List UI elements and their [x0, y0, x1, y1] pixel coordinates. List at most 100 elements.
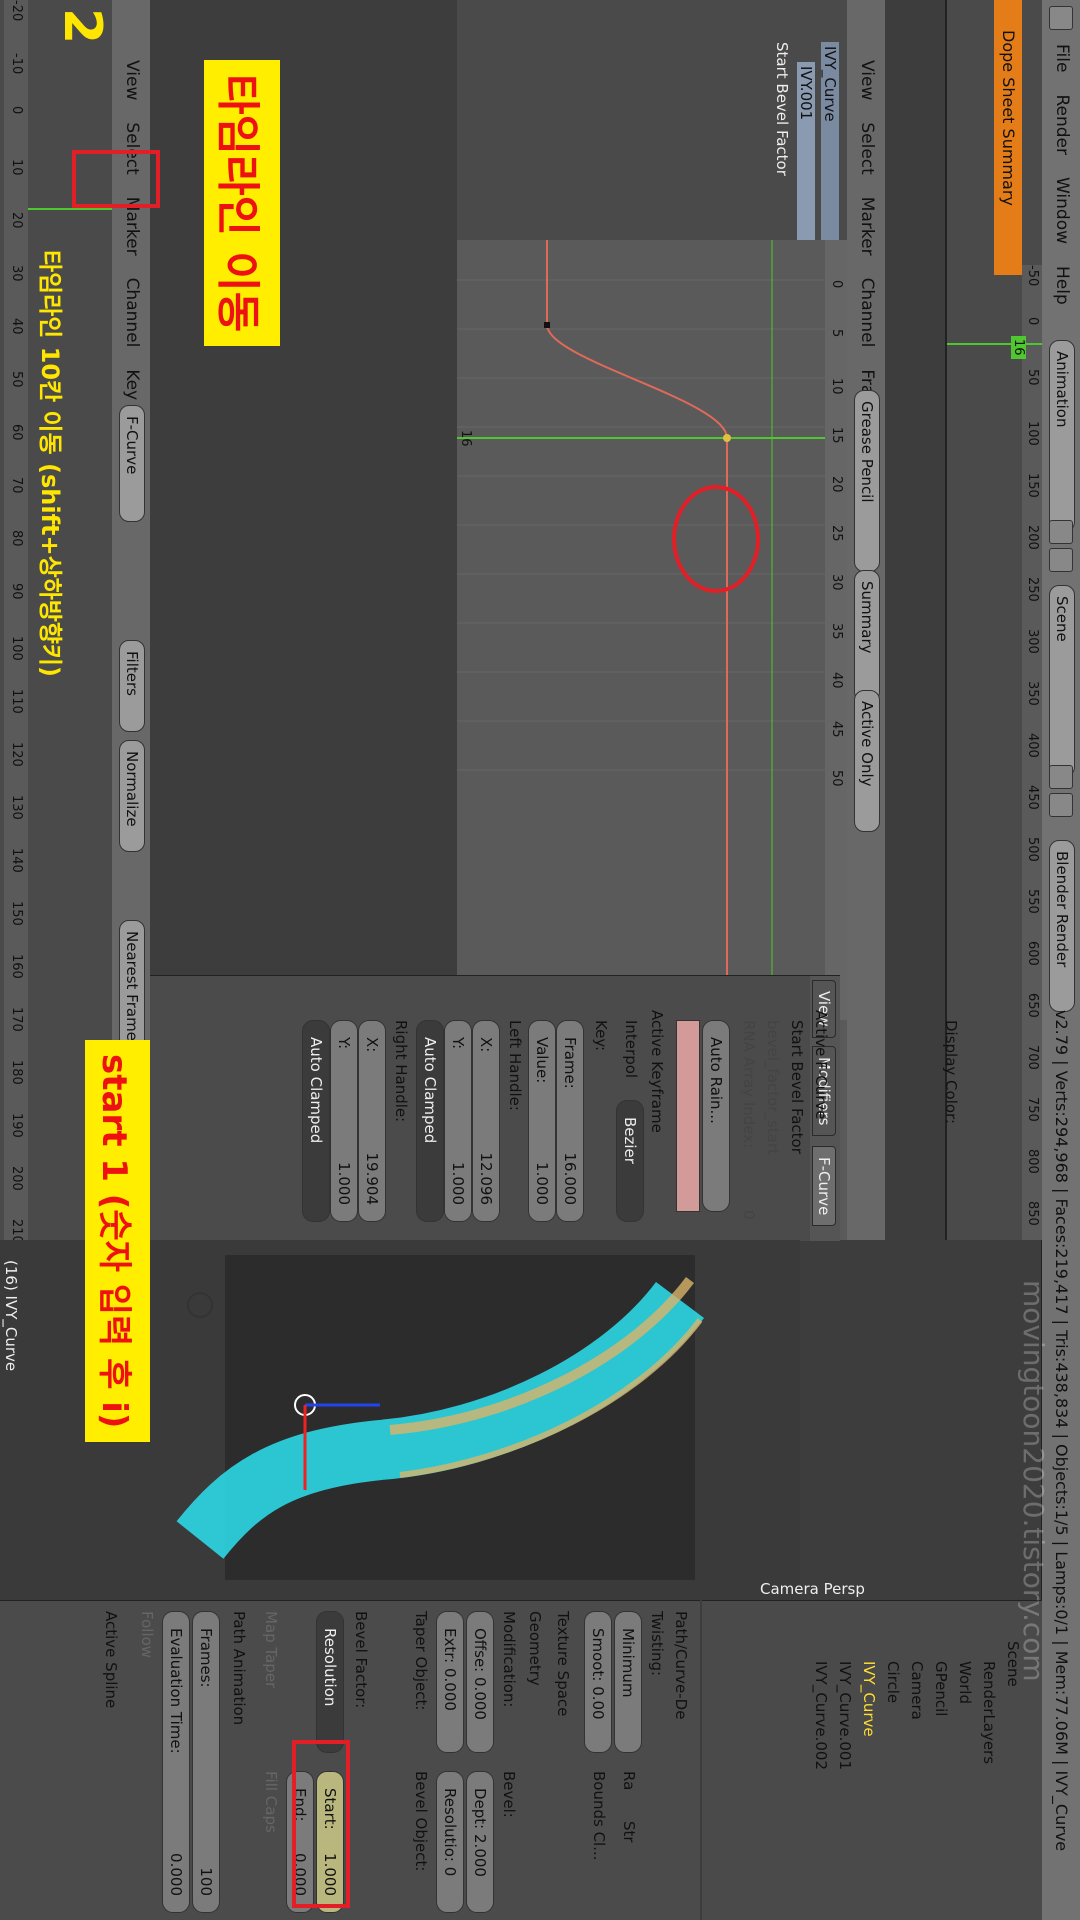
outliner-circle[interactable]: Circle: [884, 1661, 902, 1703]
tick-label: 80: [9, 530, 24, 547]
tick-label: 40: [9, 318, 24, 335]
graph-channel-list: IVY_Curve IVY.001 Start Bevel Factor: [457, 0, 847, 244]
g-menu-key[interactable]: Key: [122, 369, 142, 400]
taper-object-label: Taper Object:: [412, 1611, 430, 1711]
lh-y-field[interactable]: Y: 1.000: [444, 1020, 472, 1222]
graph-filters-button[interactable]: Filters: [119, 640, 145, 732]
tick-label: 200: [9, 1166, 24, 1191]
outliner-renderlayers[interactable]: RenderLayers: [980, 1661, 998, 1764]
tick-label: 550: [1025, 889, 1040, 914]
tick-label: 500: [1025, 837, 1040, 862]
path-animation-panel[interactable]: Path Animation: [230, 1611, 248, 1725]
fcurve-line[interactable]: [546, 240, 728, 1020]
dopesheet-ruler: -50 0 50 100 150 200 250 300 350 400 450 500 550 600 6…: [1022, 265, 1042, 1240]
outliner-camera[interactable]: Camera: [908, 1661, 926, 1720]
ds-menu-view[interactable]: View: [857, 60, 877, 100]
graph-mode-selector[interactable]: F-Curve: [119, 405, 145, 522]
stretch-toggle[interactable]: Str: [620, 1821, 638, 1843]
lh-type-selector[interactable]: Auto Clamped: [416, 1020, 444, 1222]
ds-menu-select[interactable]: Select: [857, 122, 877, 174]
ds-mode-selector[interactable]: Grease Pencil: [854, 390, 880, 572]
rh-y-label: Y:: [335, 1037, 353, 1050]
layout-selector[interactable]: Animation: [1049, 340, 1075, 532]
ds-menu-marker[interactable]: Marker: [857, 197, 877, 256]
add-layout-icon[interactable]: [1049, 520, 1073, 544]
lh-type-value: Auto Clamped: [421, 1037, 439, 1144]
menu-file[interactable]: File: [1052, 44, 1072, 72]
fill-caps-checkbox[interactable]: Fill Caps: [262, 1771, 280, 1833]
extrude-field[interactable]: Extr: 0.000: [436, 1611, 464, 1753]
g-menu-channel[interactable]: Channel: [122, 278, 142, 348]
bevel-resolution-field[interactable]: Resolutio: 0: [436, 1771, 464, 1913]
dopesheet-playhead[interactable]: [947, 343, 1042, 345]
menu-window[interactable]: Window: [1052, 177, 1072, 244]
highlight-graph-key: [672, 485, 760, 593]
value-field[interactable]: Value: 1.000: [528, 1020, 556, 1222]
depth-field[interactable]: Dept: 2.000: [466, 1771, 494, 1913]
tick-label: 0: [9, 106, 24, 115]
add-scene-icon[interactable]: [1049, 765, 1073, 789]
rh-y-field[interactable]: Y: 1.000: [330, 1020, 358, 1222]
depth-value: Dept: 2.000: [471, 1788, 489, 1877]
graph-normalize-toggle[interactable]: Normalize: [119, 740, 145, 852]
blender-logo-icon[interactable]: [1049, 6, 1073, 30]
dopesheet-summary-channel[interactable]: Dope Sheet Summary: [994, 0, 1022, 275]
ds-active-only-toggle[interactable]: Active Only: [854, 690, 880, 832]
outliner-world[interactable]: World: [956, 1661, 974, 1704]
follow-checkbox[interactable]: Follow: [138, 1611, 156, 1658]
tick-label: 300: [1025, 629, 1040, 654]
dopesheet-menus: ViewSelectMarkerChannelFrame: [857, 60, 877, 444]
path-label: Path/Curve-De: [672, 1611, 690, 1720]
tick-label: 750: [1025, 1097, 1040, 1122]
eval-time-label: Evaluation Time:: [167, 1628, 185, 1754]
value-value: 1.000: [533, 1162, 551, 1205]
texture-space-panel[interactable]: Texture Space: [554, 1611, 572, 1716]
g-menu-view[interactable]: View: [122, 60, 142, 100]
outliner-ivy-curve-002[interactable]: IVY_Curve.002: [812, 1661, 830, 1770]
tick-label: 50: [9, 371, 24, 388]
geometry-panel[interactable]: Geometry: [526, 1611, 544, 1686]
channel-ivy-001[interactable]: IVY.001: [797, 62, 815, 244]
outliner-gpencil[interactable]: GPencil: [932, 1661, 950, 1716]
step-number: 2: [52, 8, 112, 45]
rh-type-selector[interactable]: Auto Clamped: [302, 1020, 330, 1222]
render-engine-selector[interactable]: Blender Render: [1049, 840, 1075, 1012]
timeline-playhead[interactable]: [28, 208, 112, 210]
frames-field[interactable]: Frames: 100: [192, 1611, 220, 1913]
eval-time-field[interactable]: Evaluation Time: 0.000: [162, 1611, 190, 1913]
tick-label: 350: [1025, 681, 1040, 706]
offset-field[interactable]: Offse: 0.000: [466, 1611, 494, 1753]
display-color-selector[interactable]: Auto Rain...: [702, 1020, 730, 1212]
bounds-toggle[interactable]: Bounds Cl...: [590, 1771, 608, 1861]
menu-render[interactable]: Render: [1052, 94, 1072, 155]
rh-x-field[interactable]: X: 19.904: [358, 1020, 386, 1222]
remove-layout-icon[interactable]: [1049, 548, 1073, 572]
ds-summary-toggle[interactable]: Summary: [854, 570, 880, 702]
outliner-ivy-curve-001[interactable]: IVY_Curve.001: [836, 1661, 854, 1770]
display-color-swatch[interactable]: [676, 1020, 700, 1212]
channel-ivy-curve[interactable]: IVY_Curve: [821, 42, 839, 244]
tick-label: 130: [9, 795, 24, 820]
smooth-field[interactable]: Smoot: 0.00: [584, 1611, 612, 1753]
tick-label: 850: [1025, 1201, 1040, 1226]
active-keyframe-title[interactable]: Active Keyframe: [648, 1010, 666, 1133]
keyframe-point-selected[interactable]: [723, 434, 731, 442]
interp-selector[interactable]: Bezier: [616, 1100, 644, 1222]
radius-toggle[interactable]: Ra: [620, 1771, 638, 1790]
bevel-factor-mode-selector[interactable]: Resolution: [316, 1611, 344, 1753]
active-spline-panel[interactable]: Active Spline: [102, 1611, 120, 1708]
menu-help[interactable]: Help: [1052, 266, 1072, 305]
ds-menu-channel[interactable]: Channel: [857, 278, 877, 348]
channel-start-bevel-factor[interactable]: Start Bevel Factor: [773, 42, 791, 176]
lh-x-field[interactable]: X: 12.096: [472, 1020, 500, 1222]
scene-selector[interactable]: Scene: [1049, 585, 1075, 777]
keyframe-point[interactable]: [544, 322, 550, 328]
map-taper-checkbox[interactable]: Map Taper: [262, 1611, 280, 1688]
tick-label: 200: [1025, 525, 1040, 550]
frame-field[interactable]: Frame: 16.000: [556, 1020, 584, 1222]
remove-scene-icon[interactable]: [1049, 793, 1073, 817]
rh-x-value: 19.904: [363, 1152, 381, 1206]
twist-mode-selector[interactable]: Minimum: [614, 1611, 642, 1753]
outliner-ivy-curve[interactable]: IVY_Curve: [860, 1661, 878, 1737]
frames-value: 100: [197, 1867, 215, 1896]
